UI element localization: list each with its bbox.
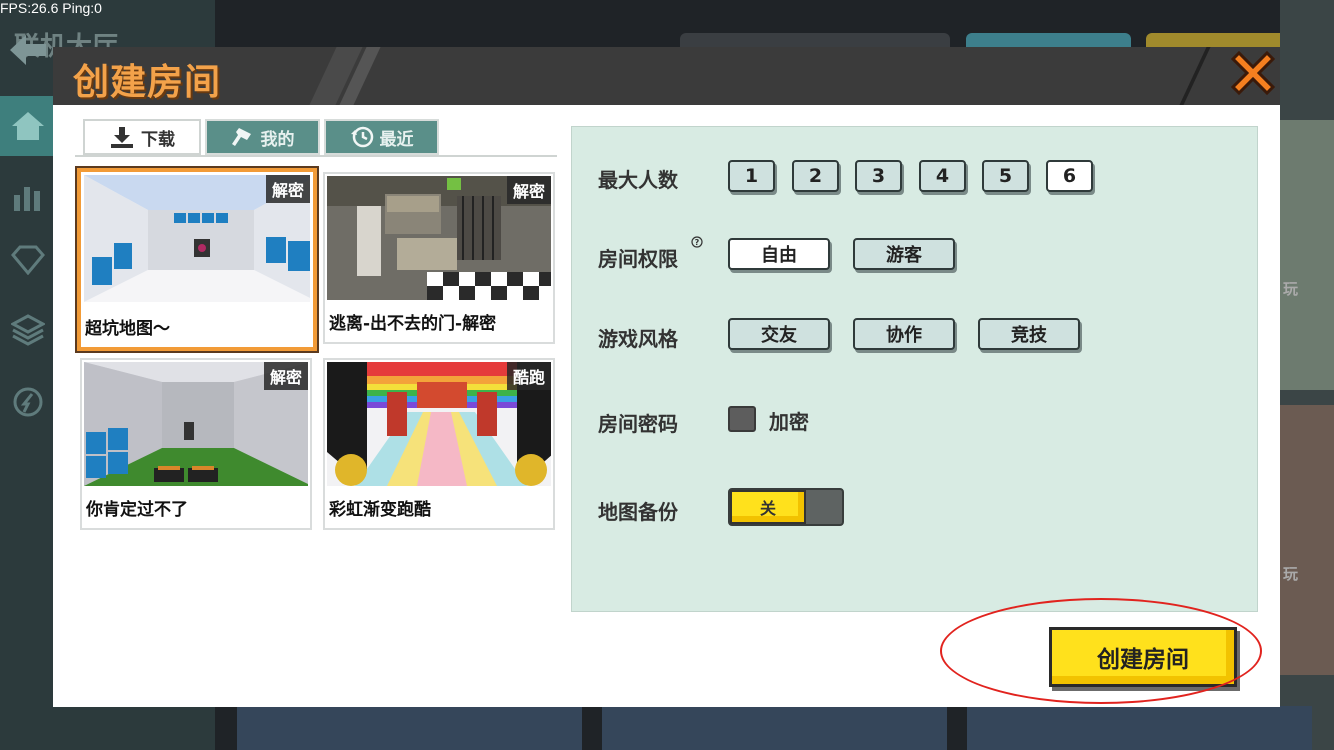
- permission-label: 房间权限: [598, 247, 678, 271]
- layers-icon[interactable]: [0, 300, 56, 360]
- game-style-option[interactable]: 竞技: [978, 318, 1080, 350]
- max-players-option[interactable]: 5: [982, 160, 1029, 192]
- map-card[interactable]: 解密 超坑地图～: [77, 168, 317, 351]
- map-name: 彩虹渐变跑酷: [329, 500, 431, 520]
- permission-option-free[interactable]: 自由: [728, 238, 830, 270]
- map-thumbnail: 解密: [327, 176, 551, 300]
- tab-download-label: 下载: [141, 129, 175, 150]
- background-card: [967, 706, 1312, 750]
- game-style-label: 游戏风格: [598, 327, 678, 351]
- encrypt-checkbox[interactable]: [728, 406, 756, 432]
- map-card[interactable]: 解密 你肯定过不了: [80, 358, 312, 530]
- map-tag: 解密: [265, 175, 310, 203]
- password-label: 房间密码: [598, 412, 678, 436]
- tab-mine-label: 我的: [260, 129, 295, 150]
- chart-icon[interactable]: [0, 166, 56, 226]
- home-icon[interactable]: [0, 96, 56, 156]
- max-players-option[interactable]: 2: [792, 160, 839, 192]
- encrypt-label: 加密: [769, 410, 809, 434]
- game-style-option[interactable]: 协作: [853, 318, 955, 350]
- tab-mine[interactable]: 我的: [205, 119, 320, 155]
- background-card-label: 玩: [1283, 280, 1299, 298]
- download-icon: [111, 127, 133, 148]
- hammer-icon: [231, 128, 251, 146]
- fps-readout: FPS:26.6 Ping:0: [0, 0, 102, 16]
- max-players-option-selected[interactable]: 6: [1046, 160, 1093, 192]
- dialog-header: 创建房间: [53, 47, 1280, 105]
- help-icon[interactable]: ?: [691, 236, 703, 251]
- background-card: [237, 706, 582, 750]
- back-arrow-icon[interactable]: [0, 20, 56, 80]
- room-settings-panel: 最大人数 1 2 3 4 5 6 房间权限 ? 自由 游客 游戏风格 交友 协作…: [571, 126, 1258, 612]
- map-tag: 解密: [506, 176, 551, 204]
- background-room-card: [1280, 405, 1334, 675]
- tab-recent[interactable]: 最近: [324, 119, 439, 155]
- game-style-option[interactable]: 交友: [728, 318, 830, 350]
- history-icon: [350, 126, 373, 148]
- map-backup-label: 地图备份: [598, 500, 678, 524]
- toggle-knob: 关: [730, 490, 806, 524]
- map-thumbnail: 解密: [84, 362, 308, 486]
- max-players-label: 最大人数: [598, 168, 678, 192]
- map-thumbnail: 酷跑: [327, 362, 551, 486]
- compass-icon[interactable]: [0, 372, 56, 432]
- tab-recent-label: 最近: [379, 129, 414, 150]
- diamond-icon[interactable]: [0, 230, 56, 290]
- close-button[interactable]: [1223, 43, 1283, 103]
- map-backup-toggle[interactable]: 关: [728, 488, 844, 526]
- map-name: 超坑地图～: [85, 319, 170, 339]
- map-name: 逃离-出不去的门-解密: [329, 314, 497, 334]
- max-players-option[interactable]: 1: [728, 160, 775, 192]
- svg-text:?: ?: [695, 238, 700, 247]
- map-tag: 酷跑: [506, 362, 551, 390]
- annotation-circle: [940, 598, 1262, 704]
- background-card-label: 玩: [1283, 565, 1299, 583]
- map-card[interactable]: 解密 逃离-出不去的门-解密: [323, 172, 555, 344]
- tab-download[interactable]: 下载: [83, 119, 201, 155]
- map-card[interactable]: 酷跑 彩虹渐变跑酷: [323, 358, 555, 530]
- max-players-option[interactable]: 4: [919, 160, 966, 192]
- tab-divider: [75, 155, 557, 157]
- permission-option-guest[interactable]: 游客: [853, 238, 955, 270]
- map-tag: 解密: [263, 362, 308, 390]
- max-players-option[interactable]: 3: [855, 160, 902, 192]
- map-name: 你肯定过不了: [86, 500, 188, 520]
- background-room-card: [1280, 120, 1334, 390]
- close-icon: [1230, 50, 1276, 96]
- map-thumbnail: 解密: [84, 175, 310, 302]
- dialog-title: 创建房间: [73, 62, 222, 103]
- background-card: [602, 706, 947, 750]
- header-decoration: [1179, 47, 1211, 105]
